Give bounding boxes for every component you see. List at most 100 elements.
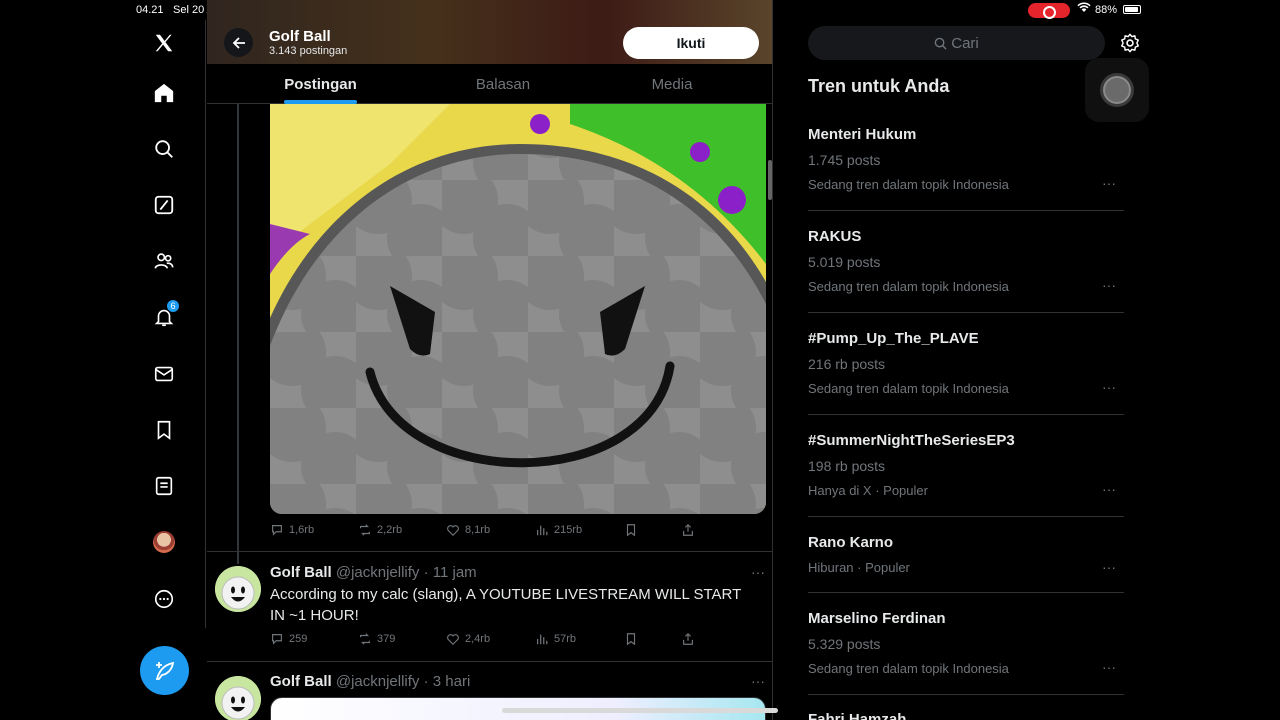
status-time: 04.21 [136,4,164,16]
trend-posts: 198 rb posts [808,458,886,474]
views-button[interactable]: 215rb [535,523,582,537]
vertical-scrollbar[interactable] [768,160,772,200]
reply-icon [272,525,282,536]
assistive-touch-button[interactable] [1085,58,1149,122]
share-button[interactable] [681,632,695,646]
trend-name: Fahri Hamzah [808,711,907,720]
trend-divider [808,312,1124,313]
more-options-icon[interactable]: ··· [1102,481,1116,497]
trend-context: Sedang tren dalam topik Indonesia [808,279,1009,294]
search-input[interactable]: Cari [808,26,1105,60]
more-options-icon[interactable]: ··· [751,564,765,580]
like-button[interactable]: 2,4rb [446,632,490,646]
bookmark-button[interactable] [624,523,638,537]
tweet-header: Golf Ball @jacknjellify · 3 hari [270,673,470,690]
settings-gear-icon[interactable] [1119,32,1141,54]
trend-context: Hanya di X · Populer [808,483,928,498]
tab-media[interactable]: Media [632,64,712,104]
bookmarks-icon[interactable] [150,416,178,444]
home-indicator-bar[interactable] [502,708,778,713]
author-name[interactable]: Golf Ball [270,564,332,581]
tab-balasan[interactable]: Balasan [457,64,549,104]
share-icon [683,523,693,536]
tab-label: Media [651,75,693,93]
views-chart-icon [537,634,548,645]
trend-divider [808,592,1124,593]
repost-icon [360,524,370,536]
share-button[interactable] [681,523,695,537]
screen-record-icon[interactable] [1028,3,1070,19]
post-time[interactable]: · 3 hari [424,673,471,690]
reply-count: 259 [289,633,308,645]
trend-name: #SummerNightTheSeriesEP3 [808,432,1015,449]
profile-avatar[interactable] [150,528,178,556]
trend-item[interactable]: Menteri Hukum 1.745 posts Sedang tren da… [808,126,1124,192]
post-media-image[interactable] [270,104,766,514]
repost-button[interactable]: 379 [358,632,395,646]
view-count: 57rb [554,633,577,645]
bookmark-button[interactable] [624,632,638,646]
reply-count: 1,6rb [289,524,315,536]
more-options-icon[interactable]: ··· [751,673,765,689]
more-options-icon[interactable]: ··· [1102,277,1116,293]
tab-postingan[interactable]: Postingan [272,64,369,104]
avatar[interactable] [215,676,261,720]
like-count: 8,1rb [465,524,491,536]
communities-icon[interactable] [150,247,178,275]
reply-icon [272,634,282,645]
view-count: 215rb [554,524,583,536]
repost-button[interactable]: 2,2rb [358,523,402,537]
trend-context: Sedang tren dalam topik Indonesia [808,177,1009,192]
avatar[interactable] [215,566,261,612]
profile-name: Golf Ball [269,28,331,45]
messages-icon[interactable] [150,360,178,388]
views-button[interactable]: 57rb [535,632,576,646]
reply-button[interactable]: 259 [270,632,307,646]
author-handle[interactable]: @jacknjellify [336,564,420,581]
repost-icon [360,633,370,645]
trend-item[interactable]: Fahri Hamzah [808,711,1124,720]
back-arrow-icon [232,36,245,49]
trend-context: Sedang tren dalam topik Indonesia [808,381,1009,396]
post-time[interactable]: · 11 jam [424,564,477,581]
trend-item[interactable]: Marselino Ferdinan 5.329 posts Sedang tr… [808,610,1124,676]
more-icon[interactable] [150,585,178,613]
profile-post-count: 3.143 postingan [269,45,348,57]
share-icon [683,632,693,645]
back-button[interactable] [224,28,253,57]
home-icon[interactable] [150,79,178,107]
trend-divider [808,414,1124,415]
profile-tabs: Postingan Balasan Media [207,64,772,104]
assistive-touch-icon [1100,73,1134,107]
compose-post-button[interactable] [140,646,189,695]
sidebar-nav: 6 [122,20,206,628]
notifications-icon[interactable]: 6 [150,299,180,331]
thread-connector [237,104,239,564]
follow-button[interactable]: Ikuti [623,27,759,59]
more-options-icon[interactable]: ··· [1102,559,1116,575]
trend-item[interactable]: RAKUS 5.019 posts Sedang tren dalam topi… [808,228,1124,294]
tweet-text: According to my calc (slang), A YOUTUBE … [270,586,741,624]
more-options-icon[interactable]: ··· [1102,379,1116,395]
author-name[interactable]: Golf Ball [270,673,332,690]
more-options-icon[interactable]: ··· [1102,175,1116,191]
trend-context: Sedang tren dalam topik Indonesia [808,661,1009,676]
reply-button[interactable]: 1,6rb [270,523,314,537]
wifi-icon [1077,2,1091,16]
search-icon[interactable] [150,135,178,163]
lists-icon[interactable] [150,472,178,500]
like-button[interactable]: 8,1rb [446,523,490,537]
trend-item[interactable]: Rano Karno Hiburan · Populer ··· [808,534,1124,575]
more-options-icon[interactable]: ··· [1102,659,1116,675]
author-handle[interactable]: @jacknjellify [336,673,420,690]
search-icon [934,37,947,50]
trend-posts: 216 rb posts [808,356,886,372]
trend-item[interactable]: #SummerNightTheSeriesEP3 198 rb posts Ha… [808,432,1124,498]
trend-divider [808,694,1124,695]
tab-label: Postingan [284,75,357,93]
trend-item[interactable]: #Pump_Up_The_PLAVE 216 rb posts Sedang t… [808,330,1124,396]
x-logo-icon[interactable] [150,29,178,57]
grok-icon[interactable] [150,191,178,219]
trend-context: Hiburan · Populer [808,560,910,575]
trend-posts: 5.019 posts [808,254,881,270]
